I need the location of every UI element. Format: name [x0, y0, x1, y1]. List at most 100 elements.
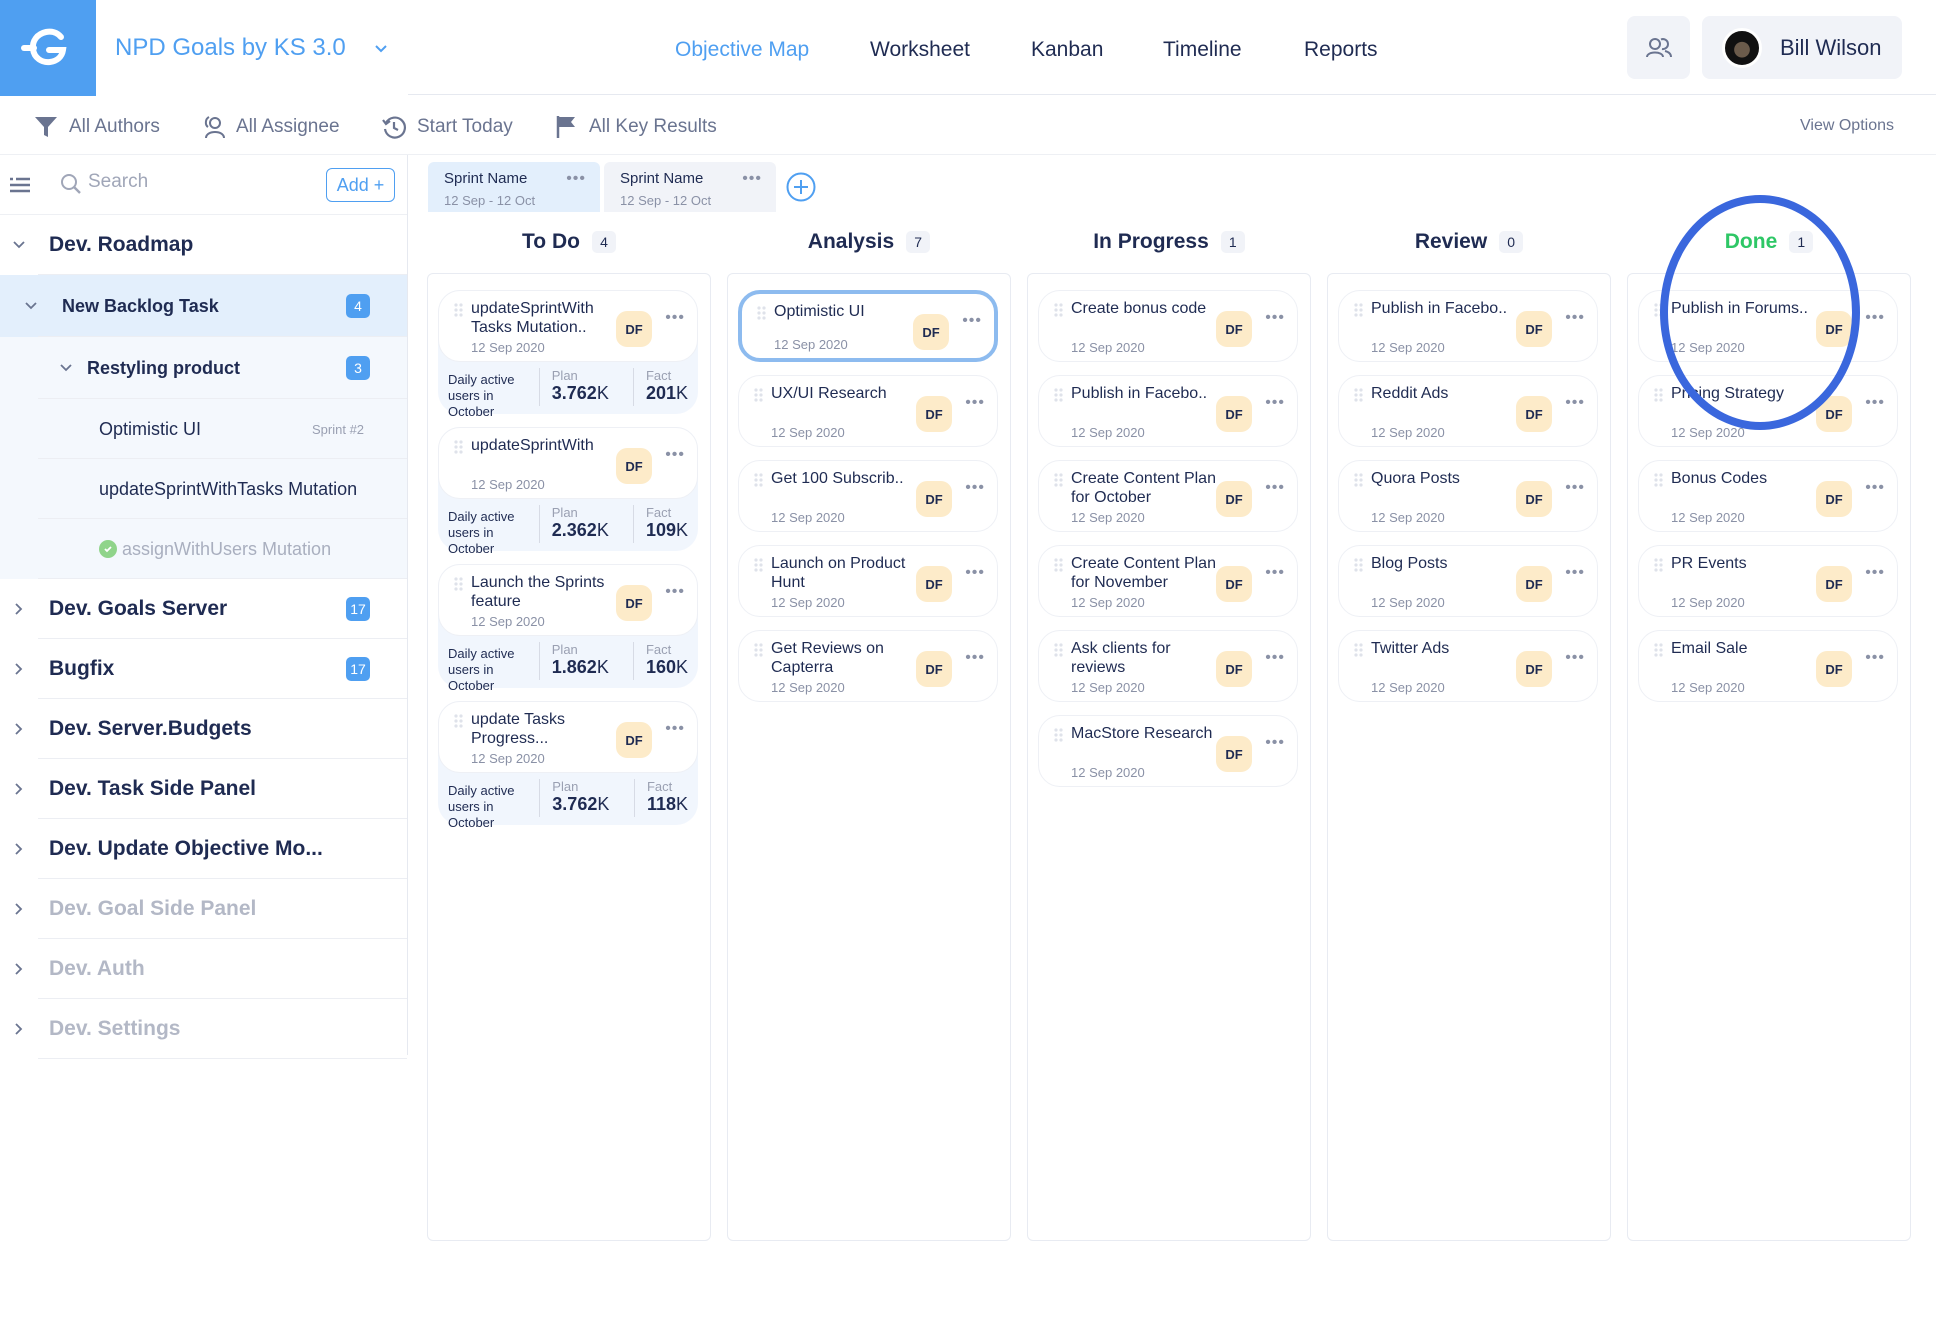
more-icon[interactable]: ••• — [965, 649, 985, 667]
assignee-avatar[interactable]: DF — [1216, 651, 1252, 687]
sidebar-item[interactable]: Dev. Goals Server 17 — [0, 579, 407, 639]
assignee-avatar[interactable]: DF — [1516, 481, 1552, 517]
task-card[interactable]: Twitter Ads 12 Sep 2020 DF ••• — [1338, 630, 1598, 702]
card-body[interactable]: Pricing Strategy 12 Sep 2020 DF ••• — [1638, 375, 1898, 447]
filter-key-results[interactable]: All Key Results — [555, 114, 717, 140]
filter-start[interactable]: Start Today — [381, 114, 513, 140]
task-card[interactable]: Bonus Codes 12 Sep 2020 DF ••• — [1638, 460, 1898, 532]
task-card[interactable]: Optimistic UI 12 Sep 2020 DF ••• — [738, 290, 998, 362]
drag-handle-icon[interactable] — [1654, 643, 1664, 657]
task-card[interactable]: Launch the Sprints feature 12 Sep 2020 DF •… — [438, 564, 698, 693]
drag-handle-icon[interactable] — [454, 577, 464, 591]
assignee-avatar[interactable]: DF — [916, 396, 952, 432]
card-body[interactable]: Publish in Forums.. 12 Sep 2020 DF ••• — [1638, 290, 1898, 362]
more-icon[interactable]: ••• — [1265, 394, 1285, 412]
drag-handle-icon[interactable] — [1654, 473, 1664, 487]
card-body[interactable]: Quora Posts 12 Sep 2020 DF ••• — [1338, 460, 1598, 532]
assignee-avatar[interactable]: DF — [1816, 481, 1852, 517]
more-icon[interactable]: ••• — [1265, 564, 1285, 582]
more-icon[interactable]: ••• — [1565, 309, 1585, 327]
card-body[interactable]: Twitter Ads 12 Sep 2020 DF ••• — [1338, 630, 1598, 702]
filter-assignee[interactable]: All Assignee — [200, 114, 340, 140]
task-card[interactable]: update Tasks Progress... 12 Sep 2020 DF •••… — [438, 701, 698, 830]
card-body[interactable]: Launch the Sprints feature 12 Sep 2020 DF •… — [438, 564, 698, 636]
task-card[interactable]: Get Reviews on Capterra 12 Sep 2020 DF ••• — [738, 630, 998, 702]
drag-handle-icon[interactable] — [1054, 558, 1064, 572]
card-body[interactable]: Get Reviews on Capterra 12 Sep 2020 DF ••• — [738, 630, 998, 702]
task-card[interactable]: Get 100 Subscrib.. 12 Sep 2020 DF ••• — [738, 460, 998, 532]
assignee-avatar[interactable]: DF — [1816, 651, 1852, 687]
task-card[interactable]: Blog Posts 12 Sep 2020 DF ••• — [1338, 545, 1598, 617]
card-body[interactable]: Publish in Facebo.. 12 Sep 2020 DF ••• — [1338, 290, 1598, 362]
task-card[interactable]: Reddit Ads 12 Sep 2020 DF ••• — [1338, 375, 1598, 447]
assignee-avatar[interactable]: DF — [616, 311, 652, 347]
card-body[interactable]: MacStore Research 12 Sep 2020 DF ••• — [1038, 715, 1298, 787]
task-card[interactable]: PR Events 12 Sep 2020 DF ••• — [1638, 545, 1898, 617]
card-body[interactable]: updateSprintWith 12 Sep 2020 DF ••• — [438, 427, 698, 499]
more-icon[interactable]: ••• — [1565, 649, 1585, 667]
sidebar-item[interactable]: Dev. Roadmap — [0, 215, 407, 275]
task-card[interactable]: Launch on Product Hunt 12 Sep 2020 DF ••• — [738, 545, 998, 617]
chevron-right-icon[interactable] — [11, 901, 27, 917]
task-card[interactable]: Publish in Facebo.. 12 Sep 2020 DF ••• — [1038, 375, 1298, 447]
sidebar-item[interactable]: Dev. Server.Budgets — [0, 699, 407, 759]
more-icon[interactable]: ••• — [742, 170, 762, 188]
drag-handle-icon[interactable] — [1054, 643, 1064, 657]
sidebar-item[interactable]: Dev. Task Side Panel — [0, 759, 407, 819]
drag-handle-icon[interactable] — [1054, 473, 1064, 487]
task-card[interactable]: Publish in Facebo.. 12 Sep 2020 DF ••• — [1338, 290, 1598, 362]
drag-handle-icon[interactable] — [454, 440, 464, 454]
list-collapse-icon[interactable] — [9, 177, 31, 193]
drag-handle-icon[interactable] — [1654, 303, 1664, 317]
task-card[interactable]: Create Content Plan for November 12 Sep 2… — [1038, 545, 1298, 617]
drag-handle-icon[interactable] — [754, 473, 764, 487]
chevron-right-icon[interactable] — [11, 781, 27, 797]
sidebar-item[interactable]: Optimistic UI Sprint #2 — [0, 399, 407, 459]
drag-handle-icon[interactable] — [1654, 558, 1664, 572]
task-card[interactable]: MacStore Research 12 Sep 2020 DF ••• — [1038, 715, 1298, 787]
sidebar-item[interactable]: Dev. Goal Side Panel — [0, 879, 407, 939]
drag-handle-icon[interactable] — [1354, 473, 1364, 487]
chevron-down-icon[interactable] — [372, 40, 390, 58]
chevron-right-icon[interactable] — [11, 721, 27, 737]
sidebar-item[interactable]: Dev. Settings — [0, 999, 407, 1059]
app-logo[interactable] — [0, 0, 96, 96]
more-icon[interactable]: ••• — [1865, 564, 1885, 582]
drag-handle-icon[interactable] — [754, 558, 764, 572]
drag-handle-icon[interactable] — [754, 388, 764, 402]
sidebar-item[interactable]: Bugfix 17 — [0, 639, 407, 699]
assignee-avatar[interactable]: DF — [1516, 311, 1552, 347]
more-icon[interactable]: ••• — [1265, 734, 1285, 752]
sprint-tab[interactable]: Sprint Name 12 Sep - 12 Oct ••• — [604, 162, 776, 212]
sprint-tab[interactable]: Sprint Name 12 Sep - 12 Oct ••• — [428, 162, 600, 212]
card-body[interactable]: Launch on Product Hunt 12 Sep 2020 DF ••• — [738, 545, 998, 617]
task-card[interactable]: Pricing Strategy 12 Sep 2020 DF ••• — [1638, 375, 1898, 447]
assignee-avatar[interactable]: DF — [1816, 566, 1852, 602]
chevron-down-icon[interactable] — [11, 237, 27, 253]
drag-handle-icon[interactable] — [1054, 388, 1064, 402]
assignee-avatar[interactable]: DF — [913, 314, 949, 350]
card-body[interactable]: Ask clients for reviews 12 Sep 2020 DF ••• — [1038, 630, 1298, 702]
task-card[interactable]: updateSprintWith Tasks Mutation.. 12 Sep … — [438, 290, 698, 419]
more-icon[interactable]: ••• — [1865, 479, 1885, 497]
tab-worksheet[interactable]: Worksheet — [870, 38, 970, 62]
more-icon[interactable]: ••• — [1265, 309, 1285, 327]
more-icon[interactable]: ••• — [1865, 309, 1885, 327]
more-icon[interactable]: ••• — [965, 479, 985, 497]
drag-handle-icon[interactable] — [1654, 388, 1664, 402]
more-icon[interactable]: ••• — [965, 394, 985, 412]
more-icon[interactable]: ••• — [1865, 649, 1885, 667]
chevron-down-icon[interactable] — [23, 298, 39, 314]
assignee-avatar[interactable]: DF — [916, 566, 952, 602]
chevron-right-icon[interactable] — [11, 1021, 27, 1037]
card-body[interactable]: PR Events 12 Sep 2020 DF ••• — [1638, 545, 1898, 617]
assignee-avatar[interactable]: DF — [1516, 396, 1552, 432]
task-card[interactable]: Publish in Forums.. 12 Sep 2020 DF ••• — [1638, 290, 1898, 362]
chevron-right-icon[interactable] — [11, 661, 27, 677]
assignee-avatar[interactable]: DF — [1216, 311, 1252, 347]
task-card[interactable]: Create Content Plan for October 12 Sep 20… — [1038, 460, 1298, 532]
task-card[interactable]: UX/UI Research 12 Sep 2020 DF ••• — [738, 375, 998, 447]
chevron-right-icon[interactable] — [11, 841, 27, 857]
sidebar-item[interactable]: New Backlog Task 4 — [0, 275, 407, 337]
assignee-avatar[interactable]: DF — [1216, 481, 1252, 517]
